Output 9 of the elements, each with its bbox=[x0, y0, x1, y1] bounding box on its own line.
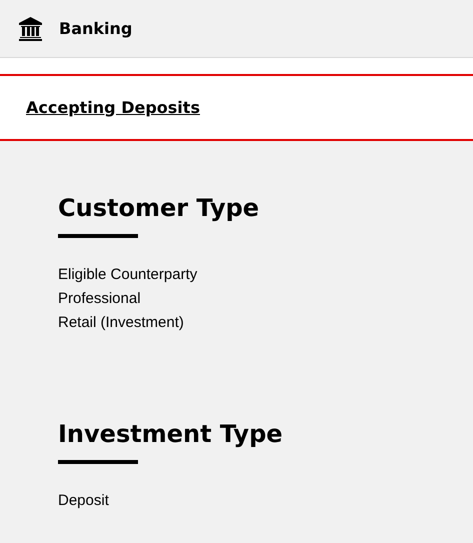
section-heading: Investment Type bbox=[58, 419, 284, 449]
list-item: Eligible Counterparty bbox=[58, 265, 198, 285]
list-item: Retail (Investment) bbox=[58, 313, 185, 333]
bank-icon bbox=[18, 16, 43, 41]
section-heading: Customer Type bbox=[58, 193, 260, 223]
header-title: Banking bbox=[59, 18, 132, 40]
activity-link[interactable]: Accepting Deposits bbox=[26, 96, 200, 120]
list-item: Professional bbox=[58, 289, 142, 309]
list-item: Deposit bbox=[58, 491, 110, 511]
